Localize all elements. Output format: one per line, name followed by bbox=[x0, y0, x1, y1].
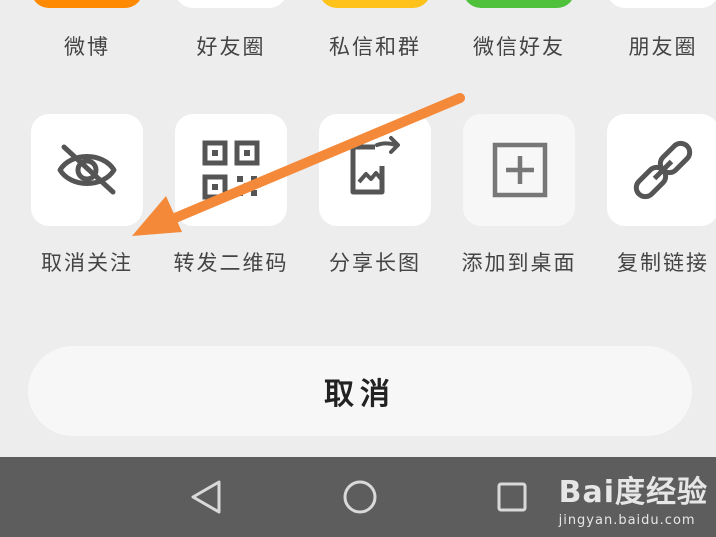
share-friend-circle-label: 好友圈 bbox=[196, 35, 266, 59]
copy-link-tile[interactable] bbox=[607, 114, 716, 226]
share-private-message-label: 私信和群 bbox=[329, 35, 421, 59]
unfollow-tile[interactable] bbox=[31, 114, 143, 226]
home-icon bbox=[343, 480, 377, 514]
qr-code-icon bbox=[202, 140, 260, 200]
share-targets-row: 微博 好友圈 私信和群 微信好友 朋友圈 bbox=[0, 0, 716, 70]
link-icon bbox=[633, 140, 693, 200]
share-wechat-friend-label: 微信好友 bbox=[473, 35, 565, 59]
copy-link-label: 复制链接 bbox=[617, 251, 709, 275]
wechat-icon bbox=[463, 0, 575, 8]
watermark-url: jingyan.baidu.com bbox=[558, 513, 696, 528]
action-copy-link[interactable]: 复制链接 bbox=[588, 114, 716, 284]
action-add-to-desktop[interactable]: 添加到桌面 bbox=[444, 114, 594, 284]
system-navigation-bar: Bai度经验 jingyan.baidu.com bbox=[0, 457, 716, 537]
add-to-desktop-label: 添加到桌面 bbox=[461, 251, 577, 275]
home-button[interactable] bbox=[320, 457, 400, 537]
action-forward-qr[interactable]: 转发二维码 bbox=[156, 114, 306, 284]
weibo-icon bbox=[31, 0, 143, 8]
share-weibo-label: 微博 bbox=[64, 35, 110, 59]
share-moments[interactable]: 朋友圈 bbox=[588, 0, 716, 70]
action-share-long-image[interactable]: 分享长图 bbox=[300, 114, 450, 284]
add-to-desktop-tile[interactable] bbox=[463, 114, 575, 226]
forward-qr-tile[interactable] bbox=[175, 114, 287, 226]
watermark-logo: Bai度经验 bbox=[558, 475, 708, 510]
friend-circle-icon bbox=[175, 0, 287, 8]
back-icon bbox=[191, 480, 221, 514]
share-weibo[interactable]: 微博 bbox=[12, 0, 162, 70]
share-image-icon bbox=[350, 136, 400, 195]
add-to-desktop-icon bbox=[492, 142, 548, 198]
action-unfollow[interactable]: 取消关注 bbox=[12, 114, 162, 284]
eye-slash-icon bbox=[57, 144, 117, 195]
share-moments-label: 朋友圈 bbox=[628, 35, 698, 59]
forward-qr-label: 转发二维码 bbox=[173, 251, 289, 275]
share-private-message[interactable]: 私信和群 bbox=[300, 0, 450, 70]
unfollow-label: 取消关注 bbox=[41, 251, 133, 275]
share-long-image-tile[interactable] bbox=[319, 114, 431, 226]
cancel-button[interactable]: 取消 bbox=[28, 346, 692, 436]
message-icon bbox=[319, 0, 431, 8]
recent-apps-icon bbox=[497, 482, 527, 512]
share-friend-circle[interactable]: 好友圈 bbox=[156, 0, 306, 70]
actions-row: 取消关注 转发二维码 分享长图 添加到桌面 复制链接 bbox=[0, 114, 716, 284]
share-wechat-friend[interactable]: 微信好友 bbox=[444, 0, 594, 70]
back-button[interactable] bbox=[166, 457, 246, 537]
baidu-jingyan-watermark: Bai度经验 jingyan.baidu.com bbox=[559, 467, 708, 528]
moments-icon bbox=[607, 0, 716, 8]
recent-apps-button[interactable] bbox=[472, 457, 552, 537]
share-long-image-label: 分享长图 bbox=[329, 251, 421, 275]
